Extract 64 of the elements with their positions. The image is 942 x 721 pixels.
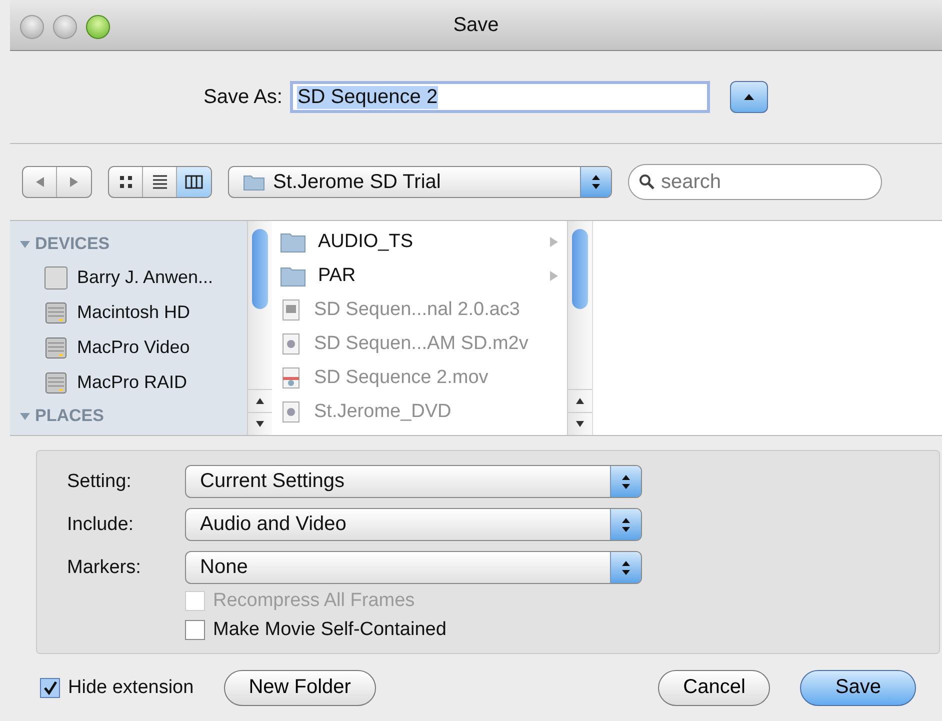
back-arrow-icon (34, 176, 46, 188)
scroll-down-arrow-icon[interactable] (255, 420, 265, 428)
search-icon (639, 174, 655, 190)
folder-icon (243, 173, 265, 191)
caret-icon (743, 93, 756, 101)
chevron-icon (549, 270, 559, 282)
zoom-button[interactable] (86, 15, 110, 39)
disclosure-triangle-icon (20, 411, 30, 421)
option-dropdown[interactable]: Audio and Video (185, 508, 642, 541)
hard-drive-icon (44, 370, 68, 394)
new-folder-button[interactable]: New Folder (224, 670, 376, 706)
file-list-item[interactable]: AUDIO_TS (272, 225, 567, 259)
document-icon (280, 333, 302, 355)
sidebar-item[interactable]: MacPro RAID (20, 366, 247, 399)
scroll-thumb[interactable] (252, 229, 268, 309)
navigation-control[interactable] (22, 166, 92, 198)
checkmark-icon (42, 680, 58, 696)
hard-drive-icon (44, 300, 68, 324)
search-field[interactable]: search (628, 164, 882, 200)
view-mode-control[interactable] (108, 166, 212, 198)
close-button[interactable] (20, 15, 44, 39)
chevron-icon (549, 236, 559, 248)
minimize-button[interactable] (53, 15, 77, 39)
stepper-arrows-icon (591, 174, 601, 190)
option-label: Include: (67, 514, 135, 536)
grid-icon (118, 175, 132, 189)
option-dropdown[interactable]: None (185, 551, 642, 584)
hard-drive-icon (44, 336, 68, 360)
sidebar-item[interactable]: Macintosh HD (20, 296, 247, 329)
stepper-arrows-icon (621, 516, 631, 532)
option-label: Markers: (67, 556, 142, 578)
option-dropdown[interactable]: Current Settings (185, 465, 642, 498)
document-icon (280, 299, 302, 321)
location-dropdown[interactable]: St.Jerome SD Trial (228, 166, 612, 198)
hide-extension-checkbox[interactable]: Hide extension (40, 676, 194, 698)
stepper-arrows-icon (621, 474, 631, 490)
window-title: Save (453, 14, 499, 36)
sidebar-scrollbar[interactable] (247, 221, 272, 435)
list-icon (152, 175, 168, 189)
folder-icon (280, 231, 306, 253)
option-label: Setting: (67, 470, 132, 492)
sidebar-item[interactable]: Barry J. Anwen... (20, 261, 247, 294)
scroll-thumb[interactable] (572, 229, 588, 309)
file-name-field[interactable]: SD Sequence 2 (290, 81, 710, 113)
file-list-scrollbar[interactable] (567, 221, 592, 435)
document-icon (280, 401, 302, 423)
columns-icon (185, 175, 203, 189)
dialog-button[interactable]: Save (800, 670, 916, 706)
folder-icon (280, 265, 306, 287)
file-list-item[interactable]: PAR (272, 259, 567, 293)
scroll-up-arrow-icon[interactable] (575, 397, 585, 405)
expand-toggle-button[interactable] (730, 81, 768, 113)
dialog-button[interactable]: Cancel (658, 670, 770, 706)
stepper-arrows-icon (621, 560, 631, 576)
scroll-up-arrow-icon[interactable] (255, 397, 265, 405)
scroll-down-arrow-icon[interactable] (575, 420, 585, 428)
option-checkbox[interactable]: Make Movie Self-Contained (185, 619, 939, 641)
sidebar-item[interactable]: MacPro Video (20, 331, 247, 364)
view-mode-button[interactable] (177, 167, 211, 197)
forward-arrow-icon (68, 176, 80, 188)
movie-file-icon (280, 367, 302, 389)
save-as-label: Save As: (204, 86, 282, 108)
computer-icon (44, 266, 68, 290)
disclosure-triangle-icon (20, 239, 30, 249)
